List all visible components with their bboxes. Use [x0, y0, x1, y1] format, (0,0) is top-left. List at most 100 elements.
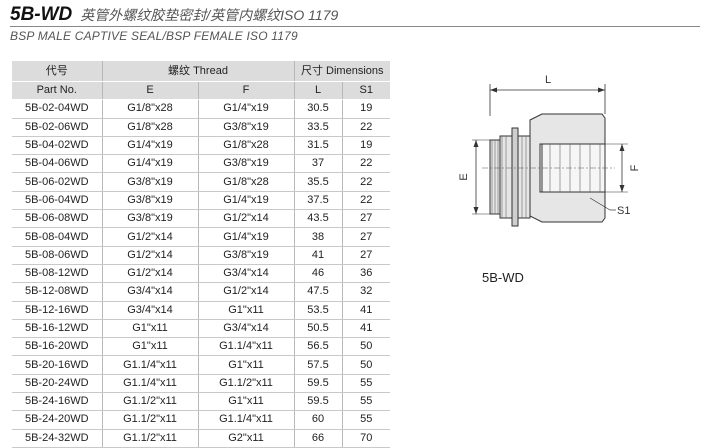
cell-thread-f: G1"x11: [197, 355, 294, 375]
cell-part-no: 5B-06-02WD: [12, 172, 102, 192]
cell-thread-e: G1/4"x19: [101, 154, 198, 174]
header-thread: 螺纹 Thread: [101, 61, 294, 82]
cell-hex-s1: 41: [341, 319, 390, 339]
cell-part-no: 5B-16-20WD: [12, 337, 102, 357]
cell-thread-f: G1/2"x14: [197, 282, 294, 302]
header-s1: S1: [341, 81, 390, 101]
cell-thread-e: G3/8"x19: [101, 172, 198, 192]
table-row: 5B-12-16WD G3/4"x14 G1"x11 53.5 41: [12, 301, 390, 320]
cell-thread-e: G1.1/2"x11: [101, 410, 198, 430]
product-title-cn: 英管外螺纹胶垫密封/英管内螺纹ISO 1179: [80, 7, 339, 23]
cell-thread-e: G1/8"x28: [101, 118, 198, 137]
cell-thread-e: G1.1/4"x11: [101, 374, 198, 394]
cell-thread-f: G1/2"x14: [197, 209, 294, 229]
cell-part-no: 5B-12-16WD: [12, 301, 102, 320]
cell-part-no: 5B-24-32WD: [12, 429, 102, 448]
cell-part-no: 5B-04-02WD: [12, 136, 102, 156]
cell-hex-s1: 27: [341, 246, 390, 265]
table-row: 5B-24-20WD G1.1/2"x11 G1.1/4"x11 60 55: [12, 410, 390, 430]
cell-hex-s1: 32: [341, 282, 390, 302]
page-header: 5B-WD 英管外螺纹胶垫密封/英管内螺纹ISO 1179: [10, 4, 338, 26]
cell-length-l: 30.5: [293, 99, 342, 119]
table-row: 5B-04-02WD G1/4"x19 G1/8"x28 31.5 19: [12, 136, 390, 156]
cell-part-no: 5B-08-06WD: [12, 246, 102, 265]
table-row: 5B-16-12WD G1"x11 G3/4"x14 50.5 41: [12, 319, 390, 339]
cell-thread-f: G1/4"x19: [197, 227, 294, 247]
table-row: 5B-02-06WD G1/8"x28 G3/8"x19 33.5 22: [12, 118, 390, 137]
cell-length-l: 41: [293, 246, 342, 265]
cell-length-l: 46: [293, 264, 342, 284]
cell-thread-e: G1/8"x28: [101, 99, 198, 119]
cell-hex-s1: 36: [341, 264, 390, 284]
cell-part-no: 5B-04-06WD: [12, 154, 102, 174]
table-row: 5B-20-24WD G1.1/4"x11 G1.1/2"x11 59.5 55: [12, 374, 390, 394]
cell-thread-e: G1"x11: [101, 337, 198, 357]
cell-thread-e: G3/8"x19: [101, 191, 198, 211]
cell-thread-e: G1.1/2"x11: [101, 429, 198, 448]
cell-length-l: 53.5: [293, 301, 342, 320]
cell-part-no: 5B-06-04WD: [12, 191, 102, 211]
cell-thread-f: G1.1/4"x11: [197, 410, 294, 430]
cell-part-no: 5B-08-04WD: [12, 227, 102, 247]
cell-hex-s1: 22: [341, 154, 390, 174]
cell-thread-f: G3/8"x19: [197, 118, 294, 137]
cell-part-no: 5B-20-24WD: [12, 374, 102, 394]
header-part-en: Part No.: [12, 81, 102, 101]
cell-part-no: 5B-08-12WD: [12, 264, 102, 284]
cell-part-no: 5B-16-12WD: [12, 319, 102, 339]
cell-length-l: 56.5: [293, 337, 342, 357]
cell-length-l: 35.5: [293, 172, 342, 192]
cell-hex-s1: 55: [341, 392, 390, 412]
header-dimensions: 尺寸 Dimensions: [293, 61, 390, 82]
cell-thread-f: G3/8"x19: [197, 246, 294, 265]
cell-hex-s1: 22: [341, 172, 390, 192]
cell-length-l: 37: [293, 154, 342, 174]
cell-length-l: 59.5: [293, 392, 342, 412]
cell-hex-s1: 41: [341, 301, 390, 320]
cell-length-l: 66: [293, 429, 342, 448]
cell-thread-e: G3/4"x14: [101, 301, 198, 320]
dimension-l: L: [489, 74, 606, 116]
dimension-e: E: [458, 139, 490, 215]
table-row: 5B-08-12WD G1/2"x14 G3/4"x14 46 36: [12, 264, 390, 284]
table-row: 5B-06-08WD G3/8"x19 G1/2"x14 43.5 27: [12, 209, 390, 229]
cell-hex-s1: 22: [341, 118, 390, 137]
cell-thread-f: G1.1/4"x11: [197, 337, 294, 357]
cell-thread-e: G1/2"x14: [101, 264, 198, 284]
cell-thread-f: G1.1/2"x11: [197, 374, 294, 394]
table-row: 5B-06-04WD G3/8"x19 G1/4"x19 37.5 22: [12, 191, 390, 211]
fitting-body: [489, 113, 606, 227]
product-subtitle-en: BSP MALE CAPTIVE SEAL/BSP FEMALE ISO 117…: [10, 29, 298, 43]
cell-hex-s1: 27: [341, 209, 390, 229]
spec-table: 代号 螺纹 Thread 尺寸 Dimensions Part No. E F …: [12, 61, 390, 448]
table-row: 5B-04-06WD G1/4"x19 G3/8"x19 37 22: [12, 154, 390, 174]
cell-thread-f: G3/8"x19: [197, 154, 294, 174]
cell-length-l: 60: [293, 410, 342, 430]
cell-length-l: 50.5: [293, 319, 342, 339]
cell-thread-e: G1.1/4"x11: [101, 355, 198, 375]
cell-length-l: 57.5: [293, 355, 342, 375]
table-row: 5B-24-16WD G1.1/2"x11 G1"x11 59.5 55: [12, 392, 390, 412]
cell-hex-s1: 27: [341, 227, 390, 247]
cell-hex-s1: 22: [341, 191, 390, 211]
table-row: 5B-02-04WD G1/8"x28 G1/4"x19 30.5 19: [12, 99, 390, 119]
cell-thread-f: G1/8"x28: [197, 172, 294, 192]
header-part-cn: 代号: [12, 61, 102, 82]
table-row: 5B-24-32WD G1.1/2"x11 G2"x11 66 70: [12, 429, 390, 448]
cell-length-l: 59.5: [293, 374, 342, 394]
cell-hex-s1: 70: [341, 429, 390, 448]
cell-thread-e: G1/2"x14: [101, 227, 198, 247]
cell-length-l: 33.5: [293, 118, 342, 137]
cell-thread-f: G1"x11: [197, 392, 294, 412]
cell-hex-s1: 50: [341, 337, 390, 357]
cell-length-l: 43.5: [293, 209, 342, 229]
header-f: F: [197, 81, 294, 101]
cell-thread-f: G2"x11: [197, 429, 294, 448]
table-row: 5B-08-04WD G1/2"x14 G1/4"x19 38 27: [12, 227, 390, 247]
cell-thread-f: G1/4"x19: [197, 99, 294, 119]
label-f: F: [629, 164, 641, 171]
cell-thread-f: G1/8"x28: [197, 136, 294, 156]
cell-hex-s1: 19: [341, 136, 390, 156]
cell-thread-e: G1/4"x19: [101, 136, 198, 156]
product-code: 5B-WD: [10, 4, 73, 25]
